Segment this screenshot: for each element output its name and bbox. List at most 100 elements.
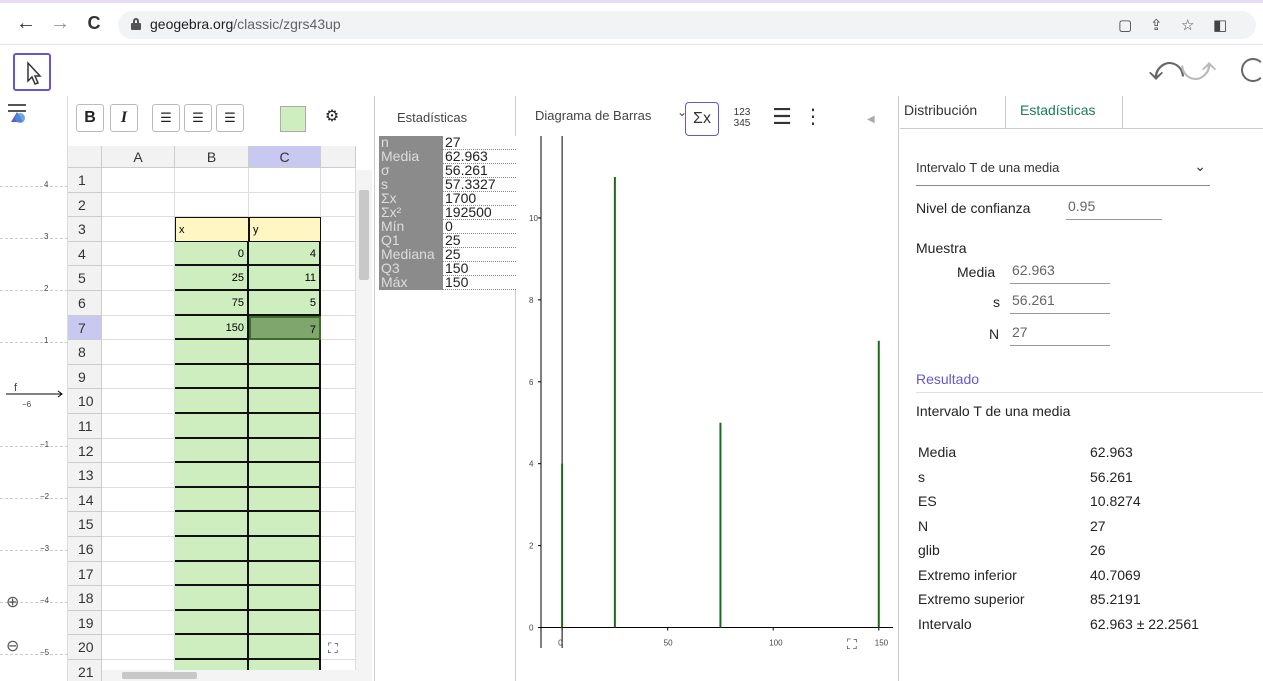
spreadsheet-cell[interactable] [321,291,356,316]
spreadsheet-view[interactable]: A B C 1 2 3 x y 4 0 4 5 25 11 6 75 5 7 150 7 8 9 10 11 12 13 14… [68,146,372,681]
spreadsheet-cell[interactable] [102,241,175,267]
move-tool-button[interactable] [13,53,51,91]
clipboard-icon[interactable]: ▢ [1118,16,1132,34]
vertical-scrollbar[interactable] [356,170,372,681]
spreadsheet-cell[interactable] [175,389,249,414]
spreadsheet-cell[interactable] [102,291,175,316]
spreadsheet-cell[interactable] [175,586,249,611]
spreadsheet-cell[interactable]: 4 [249,241,321,267]
column-header-b[interactable]: B [175,146,249,168]
spreadsheet-cell[interactable] [175,487,249,513]
horizontal-scrollbar[interactable] [102,670,356,681]
row-header[interactable]: 21 [68,660,102,681]
data-table-button[interactable]: 123 345 [725,102,759,136]
column-header-a[interactable]: A [102,146,175,168]
more-vertical-icon[interactable]: ⋮ [803,102,823,136]
row-header[interactable]: 1 [68,168,102,193]
spreadsheet-cell[interactable] [102,586,175,611]
spreadsheet-cell[interactable] [249,512,321,537]
corner-cell[interactable] [68,146,102,168]
s-input[interactable]: 56.261 [1010,292,1110,314]
spreadsheet-cell[interactable] [102,635,175,660]
sigma-stats-button[interactable]: Σx [685,102,719,136]
spreadsheet-cell[interactable] [249,168,321,193]
spreadsheet-cell[interactable] [102,561,175,587]
spreadsheet-cell[interactable] [249,537,321,562]
row-header[interactable]: 14 [68,487,102,513]
spreadsheet-cell[interactable] [321,561,356,587]
spreadsheet-cell[interactable] [321,463,356,488]
spreadsheet-cell[interactable] [102,192,175,218]
layout-icon[interactable]: ☰ [767,102,797,136]
spreadsheet-cell[interactable] [175,414,249,439]
spreadsheet-cell[interactable] [175,438,249,464]
spreadsheet-cell[interactable] [321,610,356,636]
menu-circle-icon[interactable] [1241,58,1263,82]
spreadsheet-cell[interactable] [249,438,321,464]
procedure-select[interactable]: Intervalo T de una media ⌄ [916,154,1210,186]
spreadsheet-cell[interactable] [321,586,356,611]
spreadsheet-cell[interactable]: 25 [175,266,249,291]
spreadsheet-cell[interactable] [102,537,175,562]
share-icon[interactable]: ⇪ [1150,16,1163,34]
spreadsheet-cell[interactable] [249,192,321,218]
italic-button[interactable]: I [110,104,138,132]
spreadsheet-cell[interactable] [321,438,356,464]
forward-arrow-icon[interactable]: → [48,12,72,35]
row-header[interactable]: 18 [68,586,102,611]
star-icon[interactable]: ☆ [1181,16,1194,34]
spreadsheet-cell[interactable] [249,364,321,390]
row-header[interactable]: 10 [68,389,102,414]
spreadsheet-cell[interactable] [102,487,175,513]
align-left-button[interactable]: ☰ [152,104,180,132]
spreadsheet-cell[interactable]: 0 [175,241,249,267]
address-bar[interactable]: geogebra.org/classic/zgrs43up ▢ ⇪ ☆ ◧ [118,11,1256,39]
spreadsheet-cell[interactable]: 7 [249,315,321,341]
row-header[interactable]: 11 [68,414,102,439]
row-header[interactable]: 3 [68,217,102,242]
undo-icon[interactable]: ⤺ [1148,50,1184,89]
row-header[interactable]: 19 [68,610,102,636]
spreadsheet-cell[interactable] [102,168,175,193]
spreadsheet-cell[interactable] [175,364,249,390]
bold-button[interactable]: B [76,104,104,132]
spreadsheet-cell[interactable] [321,340,356,365]
spreadsheet-cell[interactable] [321,487,356,513]
scrollbar-thumb[interactable] [122,672,197,679]
row-header[interactable]: 8 [68,340,102,365]
reload-icon[interactable]: C [82,13,106,34]
zoom-in-icon[interactable]: ⊕ [6,592,19,612]
column-header-d[interactable] [321,146,356,168]
row-header[interactable]: 4 [68,241,102,267]
confidence-input[interactable]: 0.95 [1066,198,1162,220]
spreadsheet-cell[interactable]: 75 [175,291,249,316]
spreadsheet-cell[interactable] [175,635,249,660]
spreadsheet-cell[interactable] [175,610,249,636]
fullscreen-icon[interactable]: ⛶ [847,636,857,653]
n-input[interactable]: 27 [1010,324,1110,346]
cell-color-button[interactable] [280,106,306,132]
align-center-button[interactable]: ☰ [184,104,212,132]
url-text[interactable]: geogebra.org/classic/zgrs43up [150,16,341,32]
spreadsheet-cell[interactable] [249,463,321,488]
collapse-icon[interactable]: ◀ [867,114,875,125]
row-header[interactable]: 16 [68,537,102,562]
mean-input[interactable]: 62.963 [1010,262,1110,284]
spreadsheet-cell[interactable] [102,512,175,537]
spreadsheet-cell[interactable] [175,463,249,488]
spreadsheet-cell[interactable] [321,266,356,291]
back-arrow-icon[interactable]: ← [14,12,38,35]
spreadsheet-cell[interactable] [321,168,356,193]
spreadsheet-cell[interactable] [249,635,321,660]
graphics-style-icon[interactable] [6,100,30,124]
spreadsheet-cell[interactable] [321,192,356,218]
spreadsheet-cell[interactable] [102,463,175,488]
spreadsheet-cell[interactable] [321,389,356,414]
spreadsheet-cell[interactable] [249,586,321,611]
spreadsheet-cell[interactable] [175,168,249,193]
row-header[interactable]: 17 [68,561,102,587]
align-right-button[interactable]: ☰ [216,104,244,132]
spreadsheet-cell[interactable] [102,340,175,365]
spreadsheet-cell[interactable]: 5 [249,291,321,316]
spreadsheet-cell[interactable]: 11 [249,266,321,291]
